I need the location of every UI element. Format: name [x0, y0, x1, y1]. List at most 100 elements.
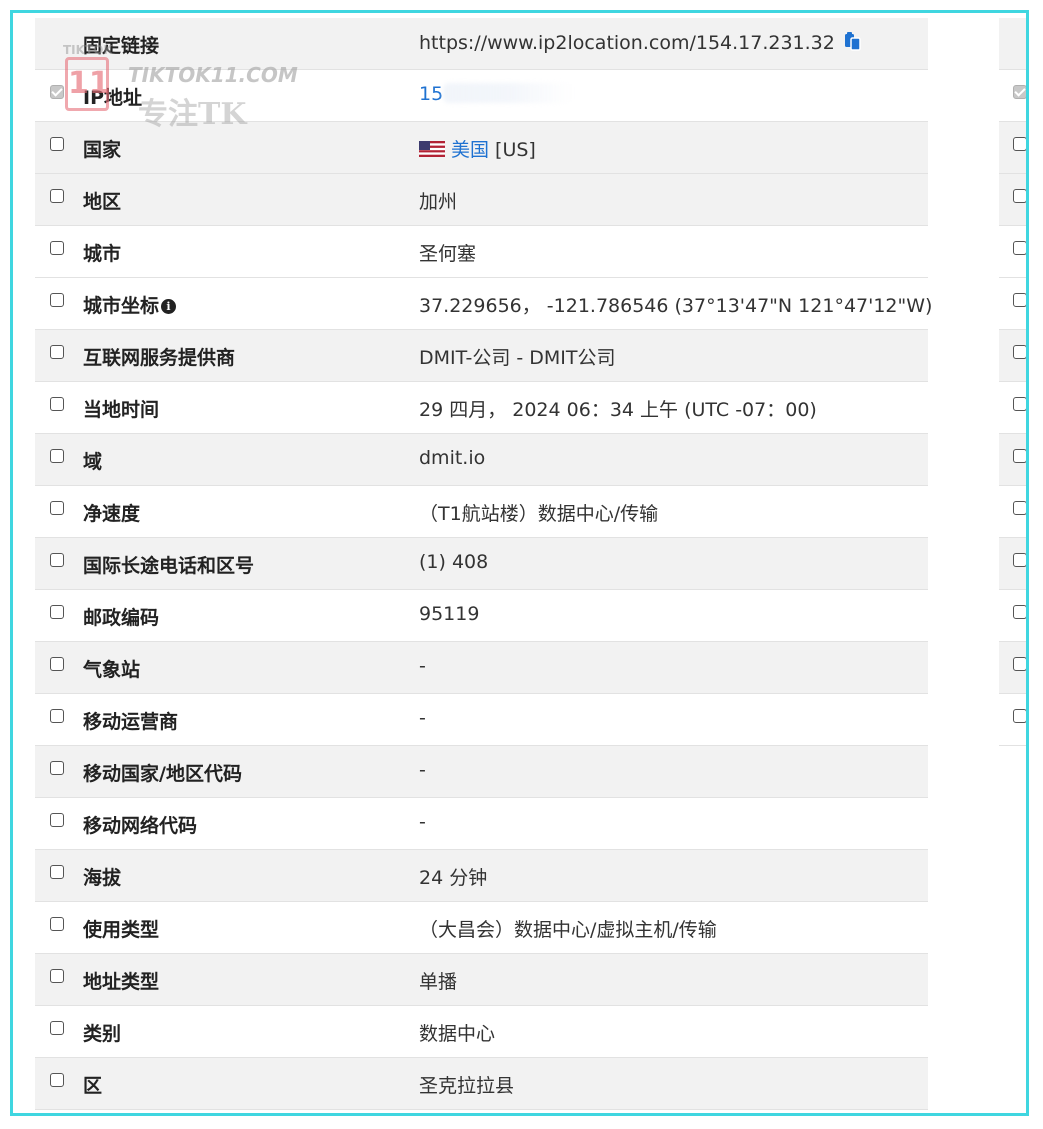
row-value: DMIT-公司 - DMIT公司 [419, 347, 616, 369]
row-value: 数据中心 [419, 1023, 496, 1045]
checkbox-region[interactable] [50, 189, 64, 203]
checkbox-mobile-carrier[interactable] [50, 709, 64, 723]
row-value: 24 分钟 [419, 867, 488, 889]
checkbox-city-coordinates[interactable] [50, 293, 64, 307]
country-code: [US] [489, 139, 536, 161]
checkbox-elevation[interactable] [50, 865, 64, 879]
adjacent-row [999, 538, 1026, 590]
checkbox-usage-type[interactable] [50, 917, 64, 931]
checkbox-country[interactable] [50, 137, 64, 151]
info-icon[interactable]: i [161, 299, 177, 314]
checkbox-mobile-country-code[interactable] [50, 761, 64, 775]
checkbox-local-time[interactable] [50, 397, 64, 411]
adjacent-row [999, 18, 1026, 70]
row-label: 城市 [83, 243, 122, 265]
row-label: 移动国家/地区代码 [83, 763, 242, 785]
adjacent-row [999, 278, 1026, 330]
table-row-elevation: 海拔 24 分钟 [35, 850, 928, 902]
redacted-area [443, 83, 574, 103]
table-row-category: 类别 数据中心 [35, 1006, 928, 1058]
adjacent-table-column [999, 18, 1026, 746]
row-value: dmit.io [419, 447, 486, 469]
row-label: IP地址 [83, 87, 142, 109]
us-flag-icon [419, 140, 445, 162]
adjacent-row [999, 434, 1026, 486]
row-label: 地址类型 [83, 971, 160, 993]
table-row-city-coordinates: 城市坐标 i 37.229656， -121.786546 (37°13'47"N… [35, 278, 932, 330]
table-row-isp: 互联网服务提供商 DMIT-公司 - DMIT公司 [35, 330, 928, 382]
row-value: - [419, 811, 426, 833]
checkbox[interactable] [1013, 397, 1026, 411]
row-value: 加州 [419, 191, 458, 213]
row-label: 国家 [83, 139, 122, 161]
checkbox-idd-area-code[interactable] [50, 553, 64, 567]
row-value: 单播 [419, 971, 458, 993]
checkbox-city[interactable] [50, 241, 64, 255]
row-label: 固定链接 [83, 35, 160, 57]
checkbox[interactable] [1013, 189, 1026, 203]
checkbox-address-type[interactable] [50, 969, 64, 983]
checkbox[interactable] [1013, 241, 1026, 255]
row-label: 净速度 [83, 503, 141, 525]
row-value: 美国 [US] [419, 135, 536, 162]
adjacent-row [999, 590, 1026, 642]
table-row-ip-address: IP地址 15 [35, 70, 928, 122]
table-row-region: 地区 加州 [35, 174, 928, 226]
row-value: - [419, 759, 426, 781]
table-row-weather-station: 气象站 - [35, 642, 928, 694]
adjacent-row [999, 382, 1026, 434]
row-value: 29 四月， 2024 06：34 上午 (UTC -07：00) [419, 399, 817, 421]
adjacent-row [999, 486, 1026, 538]
table-row-mobile-country-code: 移动国家/地区代码 - [35, 746, 928, 798]
row-label: 当地时间 [83, 399, 160, 421]
checkbox-mobile-network-code[interactable] [50, 813, 64, 827]
row-label: 城市坐标 i [83, 291, 177, 318]
checkbox[interactable] [1013, 345, 1026, 359]
checkbox-net-speed[interactable] [50, 501, 64, 515]
row-label: 类别 [83, 1023, 122, 1045]
table-row-usage-type: 使用类型 （大昌会）数据中心/虚拟主机/传输 [35, 902, 928, 954]
adjacent-row [999, 694, 1026, 746]
ip-details-table: 固定链接 https://www.ip2location.com/154.17.… [35, 18, 932, 1110]
screenshot-frame: 固定链接 https://www.ip2location.com/154.17.… [10, 10, 1029, 1116]
checkbox-weather-station[interactable] [50, 657, 64, 671]
checkbox-zip-code[interactable] [50, 605, 64, 619]
checkbox-isp[interactable] [50, 345, 64, 359]
row-value: - [419, 655, 426, 677]
country-link[interactable]: 美国 [451, 139, 489, 161]
copy-icon[interactable] [843, 31, 863, 56]
adjacent-row [999, 174, 1026, 226]
row-value: （T1航站楼）数据中心/传输 [419, 503, 659, 525]
table-row-domain: 域 dmit.io [35, 434, 928, 486]
table-row-address-type: 地址类型 单播 [35, 954, 928, 1006]
checkbox[interactable] [1013, 605, 1026, 619]
row-label: 域 [83, 451, 103, 473]
row-label: 区 [83, 1075, 103, 1097]
table-row-district: 区 圣克拉拉县 [35, 1058, 928, 1110]
row-label: 移动运营商 [83, 711, 179, 733]
checkbox[interactable] [1013, 709, 1026, 723]
row-label: 海拔 [83, 867, 122, 889]
row-value: 15 [419, 83, 574, 105]
checkbox [1013, 85, 1026, 99]
adjacent-row [999, 226, 1026, 278]
checkbox[interactable] [1013, 293, 1026, 307]
permalink-text[interactable]: https://www.ip2location.com/154.17.231.3… [419, 32, 835, 54]
table-row-idd-area-code: 国际长途电话和区号 (1) 408 [35, 538, 928, 590]
checkbox[interactable] [1013, 137, 1026, 151]
row-label: 互联网服务提供商 [83, 347, 236, 369]
row-value: (1) 408 [419, 551, 489, 573]
checkbox[interactable] [1013, 501, 1026, 515]
table-row-local-time: 当地时间 29 四月， 2024 06：34 上午 (UTC -07：00) [35, 382, 928, 434]
row-value: （大昌会）数据中心/虚拟主机/传输 [419, 919, 717, 941]
checkbox-ip-address [50, 85, 64, 99]
checkbox[interactable] [1013, 553, 1026, 567]
table-row-permalink: 固定链接 https://www.ip2location.com/154.17.… [35, 18, 928, 70]
ip-address-link[interactable]: 15 [419, 83, 443, 105]
checkbox-category[interactable] [50, 1021, 64, 1035]
checkbox[interactable] [1013, 657, 1026, 671]
table-row-city: 城市 圣何塞 [35, 226, 928, 278]
checkbox[interactable] [1013, 449, 1026, 463]
checkbox-district[interactable] [50, 1073, 64, 1087]
checkbox-domain[interactable] [50, 449, 64, 463]
